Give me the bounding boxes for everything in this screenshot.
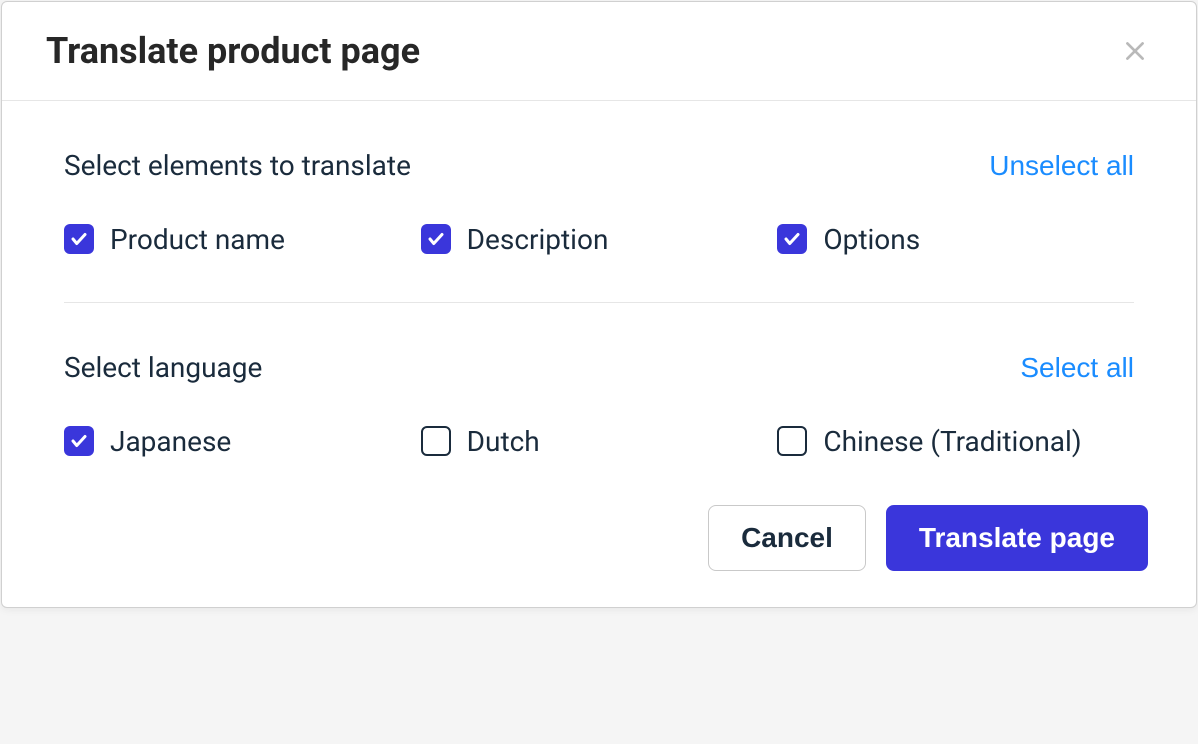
- elements-section-header: Select elements to translate Unselect al…: [64, 149, 1134, 182]
- section-divider: [64, 302, 1134, 303]
- close-button[interactable]: [1118, 34, 1152, 68]
- checkbox-options[interactable]: Options: [777, 222, 920, 258]
- checkbox-icon: [421, 224, 451, 254]
- checkbox-icon: [777, 224, 807, 254]
- unselect-all-button[interactable]: Unselect all: [989, 150, 1134, 182]
- checkbox-label: Chinese (Traditional): [823, 424, 1081, 460]
- checkbox-product-name[interactable]: Product name: [64, 222, 285, 258]
- modal-footer: Cancel Translate page: [2, 461, 1196, 607]
- select-all-button[interactable]: Select all: [1020, 352, 1134, 384]
- close-icon: [1122, 38, 1148, 64]
- checkbox-label: Japanese: [110, 424, 231, 460]
- checkbox-description[interactable]: Description: [421, 222, 609, 258]
- translate-modal: Translate product page Select elements t…: [1, 1, 1197, 608]
- checkbox-dutch[interactable]: Dutch: [421, 424, 540, 460]
- checkbox-label: Options: [823, 222, 920, 258]
- modal-title: Translate product page: [46, 30, 420, 72]
- checkbox-label: Description: [467, 222, 609, 258]
- cancel-button[interactable]: Cancel: [708, 505, 866, 571]
- modal-body: Select elements to translate Unselect al…: [2, 101, 1196, 461]
- language-options-row: Japanese Dutch Chinese (Traditional): [64, 424, 1134, 460]
- checkbox-chinese-traditional[interactable]: Chinese (Traditional): [777, 424, 1081, 460]
- checkbox-label: Product name: [110, 222, 285, 258]
- language-section-title: Select language: [64, 351, 262, 384]
- checkbox-icon: [421, 426, 451, 456]
- checkbox-icon: [64, 426, 94, 456]
- language-section-header: Select language Select all: [64, 351, 1134, 384]
- checkbox-icon: [64, 224, 94, 254]
- checkbox-icon: [777, 426, 807, 456]
- modal-header: Translate product page: [2, 2, 1196, 101]
- elements-section-title: Select elements to translate: [64, 149, 411, 182]
- checkbox-label: Dutch: [467, 424, 540, 460]
- elements-options-row: Product name Description Options: [64, 222, 1134, 258]
- translate-page-button[interactable]: Translate page: [886, 505, 1148, 571]
- checkbox-japanese[interactable]: Japanese: [64, 424, 231, 460]
